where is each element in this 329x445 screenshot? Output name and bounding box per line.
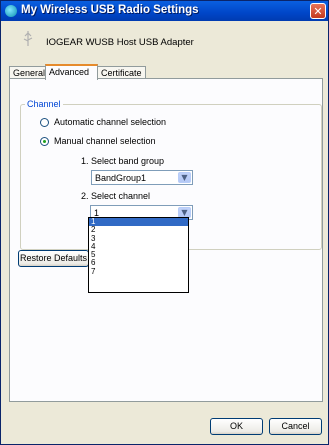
band-group-select[interactable]: BandGroup1 ▼ — [91, 170, 193, 185]
window-title: My Wireless USB Radio Settings — [21, 4, 199, 16]
channel-option[interactable]: 7 — [89, 267, 188, 276]
manual-channel-radio[interactable] — [40, 137, 49, 146]
channel-option[interactable]: 6 — [89, 259, 188, 268]
channel-group-label: Channel — [25, 99, 63, 109]
app-icon — [5, 5, 17, 17]
restore-defaults-button[interactable]: Restore Defaults — [18, 250, 89, 267]
automatic-channel-label[interactable]: Automatic channel selection — [54, 117, 166, 127]
channel-dropdown-list[interactable]: 1 2 3 4 5 6 7 — [88, 217, 189, 293]
channel-option[interactable]: 1 — [89, 217, 188, 227]
chevron-down-icon[interactable]: ▼ — [178, 172, 191, 183]
device-name: IOGEAR WUSB Host USB Adapter — [46, 37, 194, 48]
settings-window: My Wireless USB Radio Settings ✕ IOGEAR … — [0, 0, 329, 445]
ok-button[interactable]: OK — [210, 418, 263, 435]
usb-plug-icon — [23, 30, 33, 48]
cancel-button[interactable]: Cancel — [269, 418, 322, 435]
band-group-value: BandGroup1 — [95, 173, 147, 183]
automatic-channel-radio[interactable] — [40, 118, 49, 127]
close-button[interactable]: ✕ — [310, 3, 326, 19]
manual-channel-label[interactable]: Manual channel selection — [54, 136, 156, 146]
band-group-label: 1. Select band group — [81, 156, 165, 166]
channel-option[interactable]: 3 — [89, 234, 188, 243]
channel-option[interactable]: 2 — [89, 225, 188, 234]
header: IOGEAR WUSB Host USB Adapter — [1, 21, 328, 63]
tab-advanced[interactable]: Advanced — [45, 64, 98, 80]
radio-selected-dot — [43, 140, 46, 143]
title-bar: My Wireless USB Radio Settings ✕ — [1, 1, 328, 21]
channel-option[interactable]: 5 — [89, 250, 188, 259]
channel-label: 2. Select channel — [81, 191, 151, 201]
channel-option[interactable]: 4 — [89, 242, 188, 251]
